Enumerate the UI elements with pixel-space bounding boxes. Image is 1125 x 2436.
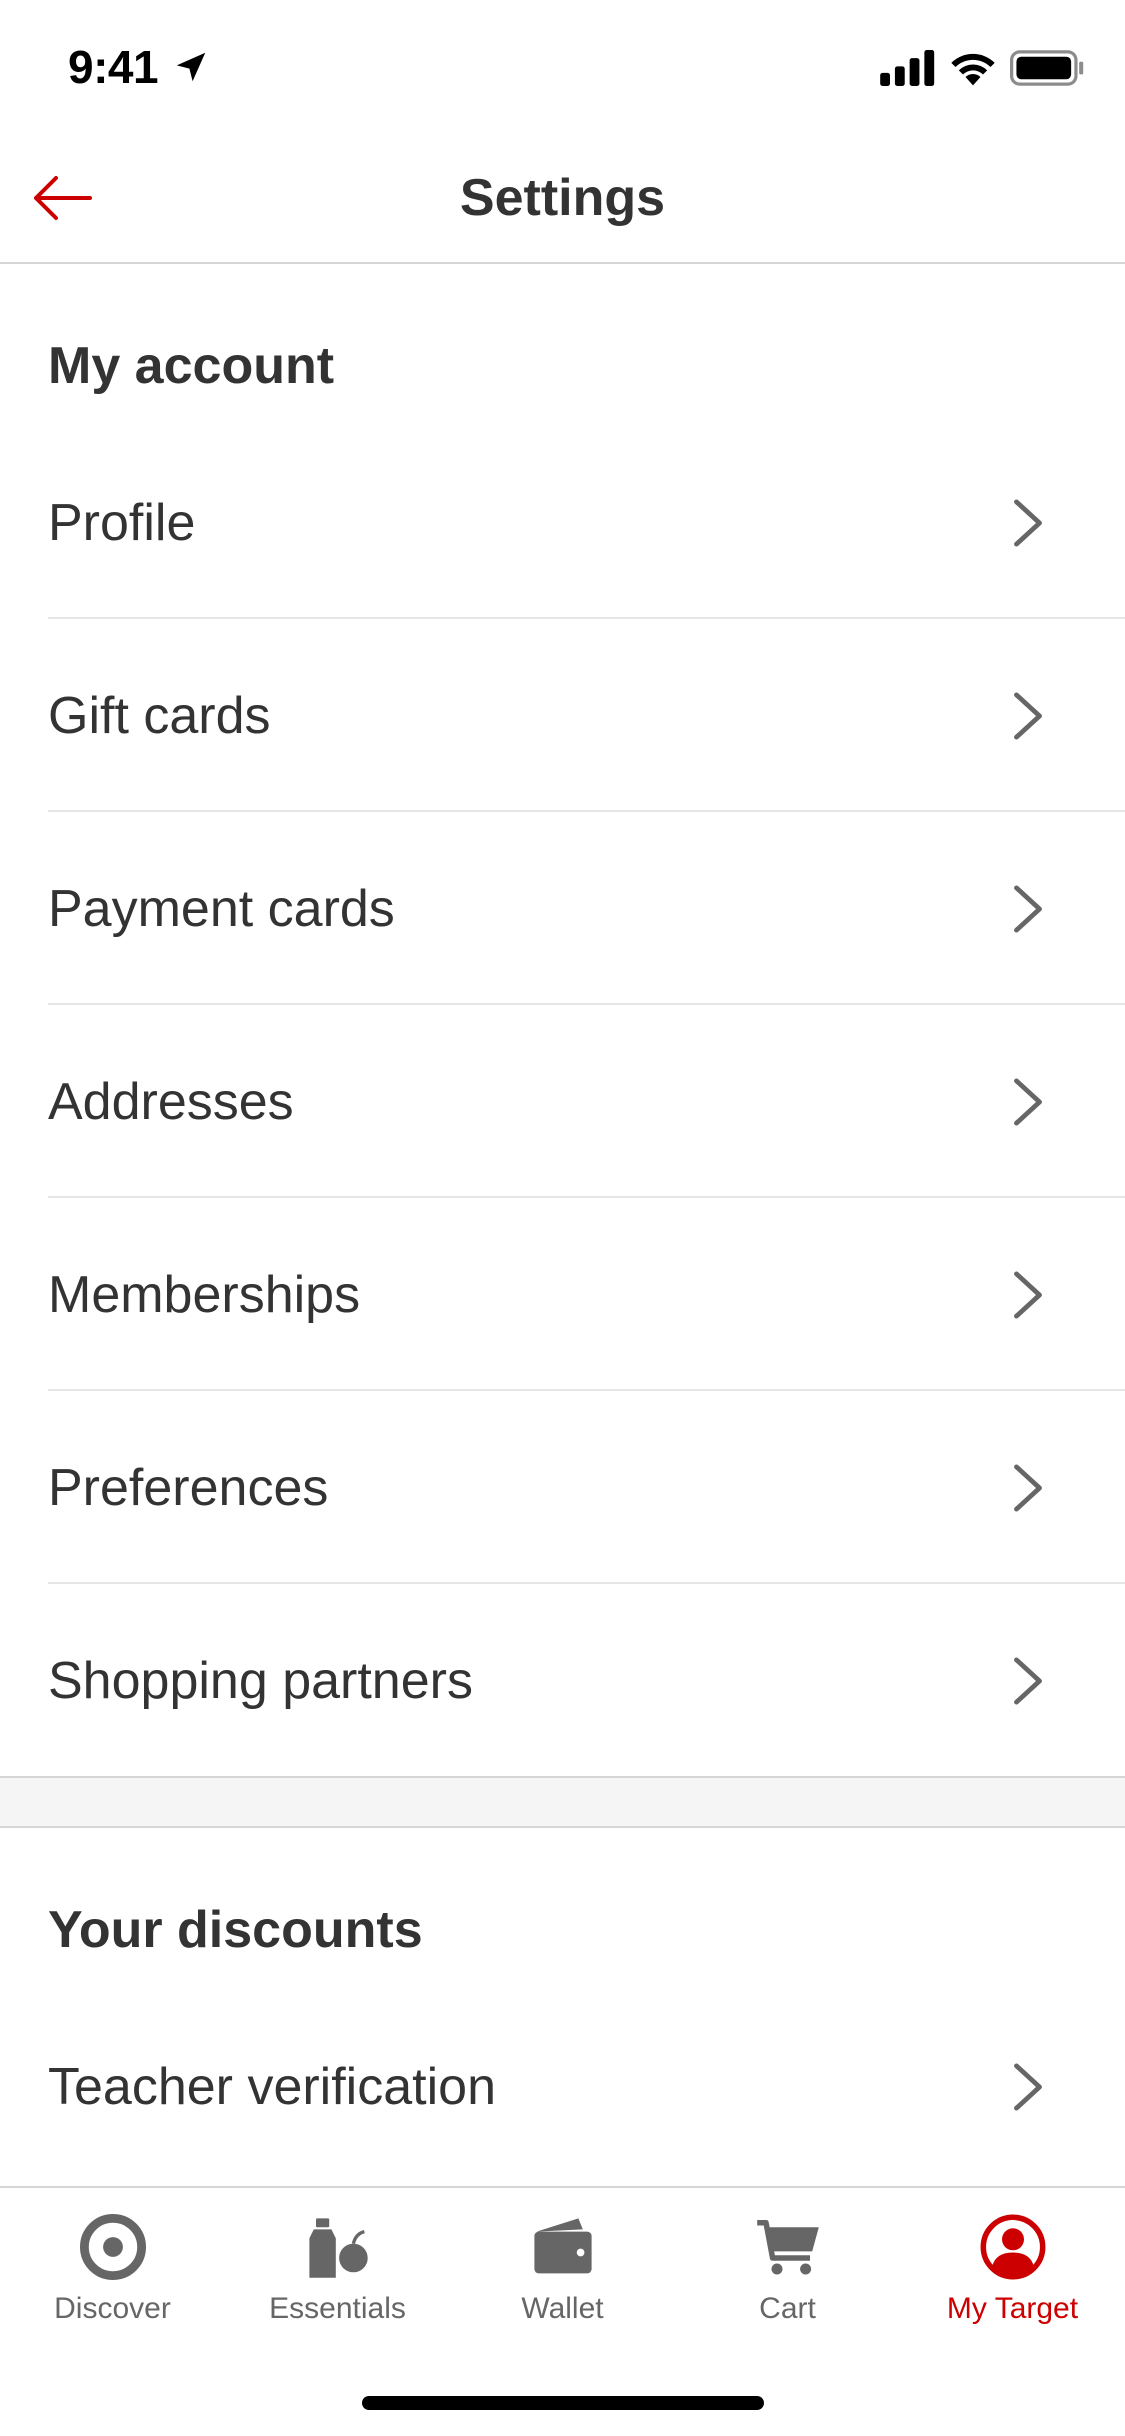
tab-wallet[interactable]: Wallet (450, 2188, 675, 2338)
tab-essentials[interactable]: Essentials (225, 2188, 450, 2338)
tab-label: Essentials (269, 2292, 406, 2325)
cellular-signal-icon (880, 50, 935, 86)
settings-row-profile[interactable]: Profile (0, 426, 1125, 619)
wallet-icon (534, 2218, 592, 2274)
tab-label: My Target (946, 2292, 1079, 2325)
chevron-right-icon (1014, 885, 1042, 933)
chevron-right-icon (1014, 1078, 1042, 1126)
settings-row-addresses[interactable]: Addresses (0, 1005, 1125, 1198)
settings-row-teacher-verification[interactable]: Teacher verification (0, 1990, 1125, 2183)
target-bullseye-icon (80, 2214, 146, 2280)
status-time: 9:41 (68, 41, 159, 93)
chevron-right-icon (1014, 1271, 1042, 1319)
essentials-icon (309, 2218, 368, 2278)
section-heading-my-account: My account (48, 337, 335, 395)
wifi-icon (951, 53, 995, 86)
row-label: Shopping partners (48, 1651, 473, 1710)
settings-row-payment-cards[interactable]: Payment cards (0, 812, 1125, 1005)
cart-icon (757, 2220, 819, 2275)
tab-discover[interactable]: Discover (0, 2188, 225, 2338)
row-label: Payment cards (48, 879, 395, 938)
chevron-right-icon (1014, 692, 1042, 740)
row-label: Memberships (48, 1265, 361, 1324)
settings-row-preferences[interactable]: Preferences (0, 1391, 1125, 1584)
settings-row-memberships[interactable]: Memberships (0, 1198, 1125, 1391)
section-heading-your-discounts: Your discounts (48, 1901, 423, 1959)
chevron-right-icon (1014, 499, 1042, 547)
battery-icon (1010, 50, 1084, 86)
tab-label: Wallet (521, 2292, 604, 2325)
tab-cart[interactable]: Cart (675, 2188, 900, 2338)
chevron-right-icon (1014, 2063, 1042, 2111)
location-arrow-icon (176, 52, 206, 82)
page-title: Settings (459, 169, 666, 227)
back-button[interactable] (24, 160, 100, 236)
status-bar: 9:41 (0, 0, 1125, 132)
tab-my-target[interactable]: My Target (900, 2188, 1125, 2338)
row-label: Addresses (48, 1072, 294, 1131)
arrow-left-icon (34, 176, 92, 220)
row-label: Profile (48, 493, 196, 552)
row-label: Gift cards (48, 686, 271, 745)
chevron-right-icon (1014, 1657, 1042, 1705)
row-label: Teacher verification (48, 2057, 496, 2116)
tab-label: Discover (54, 2292, 171, 2325)
settings-row-shopping-partners[interactable]: Shopping partners (0, 1584, 1125, 1777)
account-icon (980, 2214, 1046, 2280)
row-label: Preferences (48, 1458, 329, 1517)
navigation-header: Settings (0, 132, 1125, 264)
tab-label: Cart (759, 2292, 816, 2325)
chevron-right-icon (1014, 1464, 1042, 1512)
home-indicator (362, 2396, 764, 2410)
section-separator (0, 1776, 1125, 1828)
settings-row-gift-cards[interactable]: Gift cards (0, 619, 1125, 812)
